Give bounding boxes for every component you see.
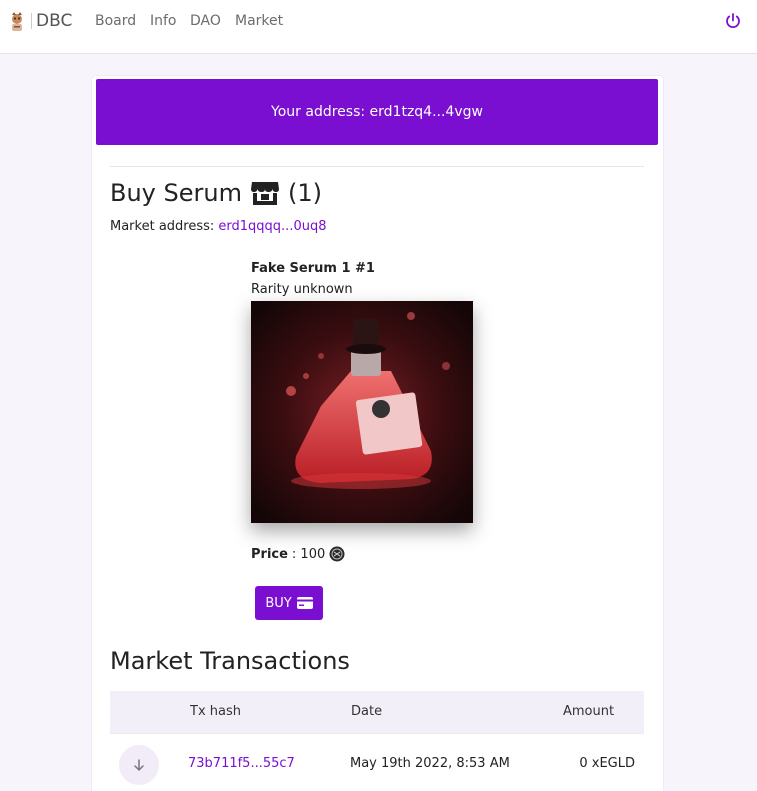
section-divider — [110, 166, 644, 167]
buy-button-label: BUY — [265, 595, 292, 611]
market-address-link[interactable]: erd1qqqq...0uq8 — [218, 219, 326, 234]
dog-avatar-logo[interactable] — [9, 12, 25, 32]
nft-name: Fake Serum 1 #1 — [251, 261, 375, 276]
price-label: Price — [251, 546, 288, 562]
price-row: Price: 100 — [251, 546, 345, 562]
buy-serum-heading: Buy Serum (1) — [110, 179, 322, 207]
listing-count: (1) — [287, 179, 322, 207]
power-icon[interactable] — [724, 12, 742, 30]
nft-image[interactable] — [251, 301, 473, 523]
tx-date: May 19th 2022, 8:53 AM — [350, 756, 510, 771]
your-address-banner: Your address: erd1tzq4...4vgw — [96, 79, 658, 145]
brand-name[interactable]: DBC — [36, 11, 72, 31]
brand-separator — [31, 13, 32, 29]
nav-link-board[interactable]: Board — [95, 13, 136, 29]
nft-rarity: Rarity unknown — [251, 282, 353, 297]
arrow-down-icon — [119, 745, 159, 785]
column-header-amount: Amount — [563, 704, 615, 719]
table-header: Tx hash Date Amount — [110, 691, 644, 733]
buy-button[interactable]: BUY — [255, 586, 323, 620]
table-row: 73b711f5...55c7 May 19th 2022, 8:53 AM 0… — [110, 733, 644, 791]
market-address-label: Market address: — [110, 219, 219, 234]
nav-link-dao[interactable]: DAO — [190, 13, 221, 29]
transactions-table: Tx hash Date Amount 73b711f5...55c7 May … — [110, 691, 644, 791]
nav-link-market[interactable]: Market — [235, 13, 283, 29]
store-icon — [250, 182, 279, 205]
column-header-tx-hash: Tx hash — [190, 704, 241, 719]
credit-card-icon — [296, 597, 313, 609]
your-address-text: Your address: erd1tzq4...4vgw — [271, 104, 483, 120]
tx-amount: 0 xEGLD — [579, 756, 635, 771]
buy-serum-title: Buy Serum — [110, 179, 242, 207]
egld-icon — [329, 546, 345, 562]
price-value: : 100 — [291, 546, 326, 562]
tx-hash-link[interactable]: 73b711f5...55c7 — [188, 756, 295, 771]
nav-link-info[interactable]: Info — [150, 13, 177, 29]
column-header-date: Date — [351, 704, 383, 719]
top-navbar: DBC Board Info DAO Market — [0, 0, 757, 54]
market-transactions-title: Market Transactions — [110, 647, 350, 675]
market-address-row: Market address: erd1qqqq...0uq8 — [110, 219, 326, 234]
